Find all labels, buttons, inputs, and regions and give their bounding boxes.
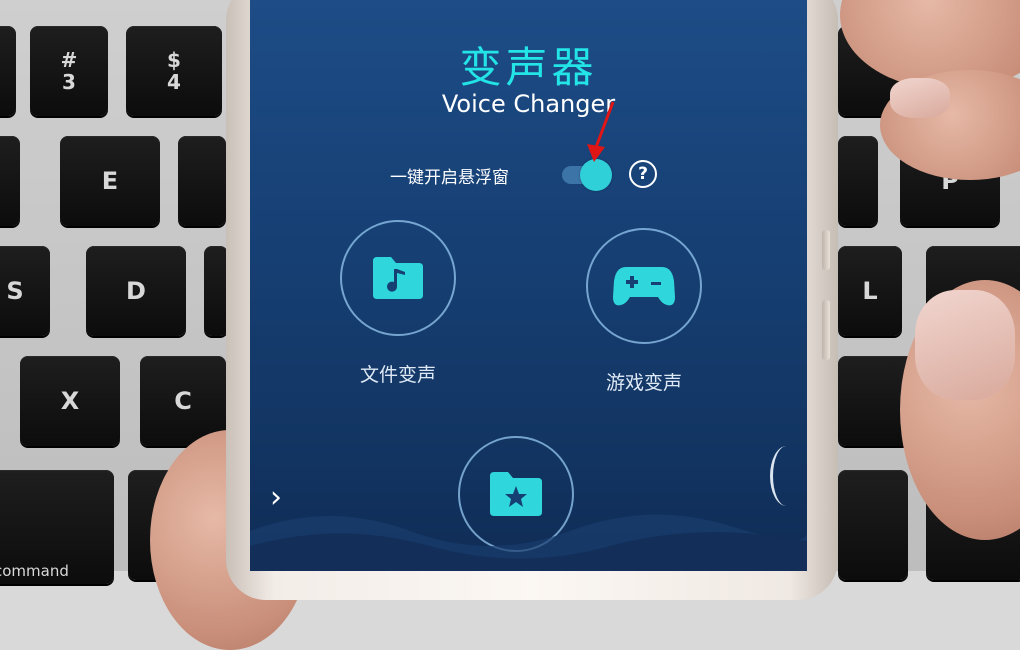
key-r xyxy=(178,136,226,226)
key-3: #3 xyxy=(30,26,108,116)
key-s: S xyxy=(0,246,50,336)
file-voice-change-button[interactable] xyxy=(340,220,456,336)
key-left-top xyxy=(0,26,16,116)
gamepad-icon xyxy=(613,267,675,306)
key-4: $4 xyxy=(126,26,222,116)
app-title-en: Voice Changer xyxy=(441,90,616,118)
key-d: D xyxy=(86,246,186,336)
help-button[interactable]: ? xyxy=(629,160,657,188)
game-voice-change-button[interactable] xyxy=(586,228,702,344)
key-right-bottom xyxy=(838,470,908,580)
phone-side-button xyxy=(822,230,830,270)
app-title-cn: 变声器 xyxy=(459,43,598,92)
key-x: X xyxy=(20,356,120,446)
finger-nail xyxy=(890,78,950,118)
key-command: command xyxy=(0,470,114,584)
music-folder-icon xyxy=(373,257,423,299)
key-o2 xyxy=(838,136,878,226)
red-arrow-annotation xyxy=(587,101,615,162)
floating-window-label: 一键开启悬浮窗 xyxy=(390,167,509,188)
game-voice-change-label: 游戏变声 xyxy=(605,372,682,394)
key-f xyxy=(204,246,228,336)
key-w xyxy=(0,136,20,226)
key-e: E xyxy=(60,136,160,226)
decorative-waves xyxy=(250,514,807,571)
file-voice-change-label: 文件变声 xyxy=(359,364,436,386)
phone-side-button-2 xyxy=(822,300,830,360)
floating-window-row: 一键开启悬浮窗 xyxy=(390,160,509,190)
thumb-nail xyxy=(915,290,1015,400)
app-screen: 变声器 Voice Changer 一键开启悬浮窗 ? 文件变声 游戏变声 › xyxy=(250,0,807,571)
key-l: L xyxy=(838,246,902,336)
